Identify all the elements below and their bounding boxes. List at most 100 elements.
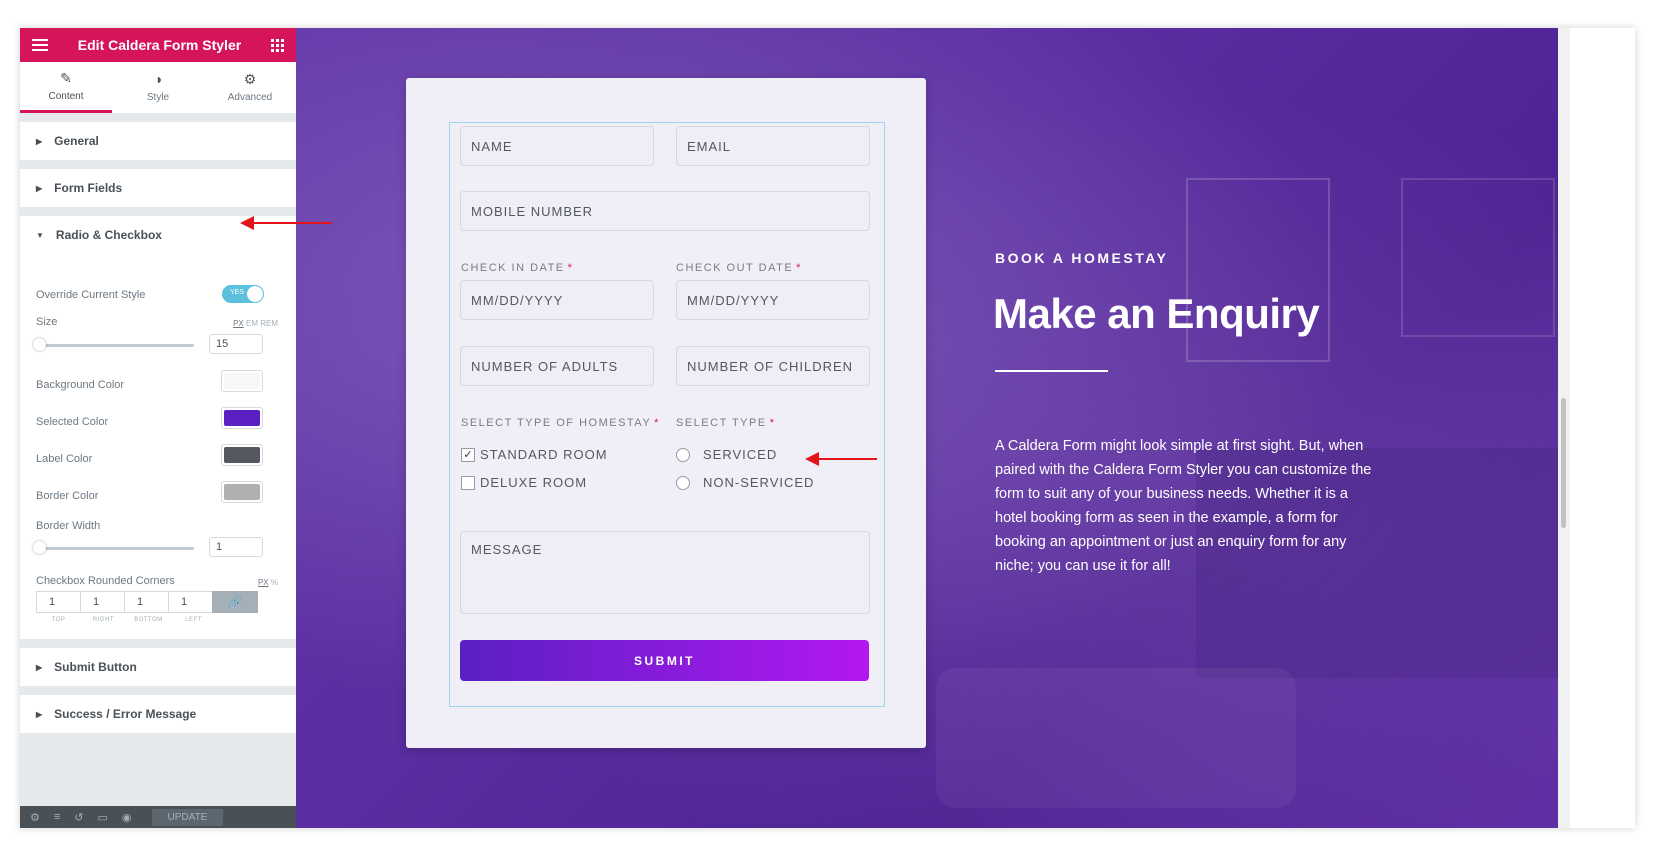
annotation-arrow <box>240 216 332 230</box>
children-field[interactable]: NUMBER OF CHILDREN <box>676 346 870 386</box>
hero-eyebrow: BOOK A HOMESTAY <box>995 250 1169 266</box>
non-serviced-label[interactable]: NON-SERVICED <box>703 475 814 490</box>
tab-content[interactable]: ✎ Content <box>20 62 112 113</box>
required-mark: * <box>769 417 776 429</box>
deluxe-room-label[interactable]: DELUXE ROOM <box>480 475 587 490</box>
page-preview: NAME EMAIL MOBILE NUMBER CHECK IN DATE * … <box>296 28 1558 828</box>
border-color-label: Border Color <box>36 490 99 502</box>
caret-right-icon: ▶ <box>36 709 43 719</box>
corner-bottom-input[interactable]: 1 <box>124 591 169 613</box>
selected-color-swatch[interactable] <box>221 407 263 429</box>
corners-label: Checkbox Rounded Corners <box>36 575 175 587</box>
dim-label-top: TOP <box>51 617 66 623</box>
corner-top-input[interactable]: 1 <box>36 591 81 613</box>
corners-dimension-labels: TOP RIGHT BOTTOM LEFT <box>36 617 216 623</box>
corners-units[interactable]: PX % <box>258 578 278 587</box>
panel-tabs: ✎ Content ◑ Style ⚙ Advanced <box>20 62 296 113</box>
override-label: Override Current Style <box>36 289 146 301</box>
tab-style-label: Style <box>146 92 170 103</box>
border-width-label: Border Width <box>36 520 101 532</box>
serviced-radio[interactable] <box>676 448 690 462</box>
unit-px[interactable]: PX <box>233 319 244 328</box>
annotation-arrow <box>805 452 877 466</box>
required-mark: * <box>567 262 574 274</box>
hero-headline: Make an Enquiry <box>993 290 1320 337</box>
tab-advanced[interactable]: ⚙ Advanced <box>204 62 296 113</box>
page-scrollbar[interactable] <box>1558 28 1570 828</box>
required-mark: * <box>796 262 802 274</box>
border-color-swatch[interactable] <box>221 481 263 503</box>
standard-room-checkbox[interactable]: ✓ <box>461 448 475 462</box>
select-type-label: SELECT TYPE * <box>676 417 775 429</box>
adults-field[interactable]: NUMBER OF ADULTS <box>460 346 654 386</box>
widgets-grid-icon[interactable] <box>270 38 284 52</box>
mobile-field[interactable]: MOBILE NUMBER <box>460 191 870 231</box>
border-width-slider[interactable] <box>33 541 194 554</box>
slider-handle[interactable] <box>33 338 46 351</box>
non-serviced-radio[interactable] <box>676 476 690 490</box>
enquiry-form-card: NAME EMAIL MOBILE NUMBER CHECK IN DATE * … <box>406 78 926 748</box>
dim-label-left: LEFT <box>185 617 202 623</box>
caret-right-icon: ▶ <box>36 662 43 672</box>
section-submit-button-label: Submit Button <box>54 660 137 674</box>
select-type-label-text: SELECT TYPE <box>676 417 767 429</box>
label-color-swatch[interactable] <box>221 444 263 466</box>
responsive-icon[interactable]: ▭ <box>98 811 108 824</box>
section-general[interactable]: ▶ General <box>20 121 296 160</box>
standard-room-label[interactable]: STANDARD ROOM <box>480 447 608 462</box>
override-toggle-text: YES <box>230 289 245 296</box>
hero-paragraph: A Caldera Form might look simple at firs… <box>995 438 1372 574</box>
menu-icon[interactable] <box>32 39 48 51</box>
size-units[interactable]: PX EM REM <box>233 319 278 328</box>
corners-dimensions: 1 1 1 1 🔗 <box>36 591 258 613</box>
required-mark: * <box>654 417 660 429</box>
section-general-label: General <box>54 134 99 148</box>
submit-button[interactable]: SUBMIT <box>460 640 869 681</box>
tab-advanced-label: Advanced <box>227 92 273 103</box>
selected-color-label: Selected Color <box>36 416 109 428</box>
unit-rem[interactable]: REM <box>260 319 278 328</box>
email-field[interactable]: EMAIL <box>676 126 870 166</box>
deluxe-room-checkbox[interactable] <box>461 476 475 490</box>
radio-checkbox-controls: Override Current Style YES Size PX EM RE… <box>20 254 296 639</box>
caret-right-icon: ▶ <box>36 183 43 193</box>
section-success-error-label: Success / Error Message <box>54 707 197 721</box>
section-submit-button[interactable]: ▶ Submit Button <box>20 647 296 686</box>
section-radio-checkbox[interactable]: ▼ Radio & Checkbox <box>20 215 296 254</box>
override-toggle[interactable]: YES <box>222 285 264 303</box>
size-input[interactable]: 15 <box>209 334 263 354</box>
corner-right-input[interactable]: 1 <box>80 591 125 613</box>
panel-title: Edit Caldera Form Styler <box>77 37 242 53</box>
checkout-label: CHECK OUT DATE * <box>676 262 802 274</box>
settings-icon[interactable]: ⚙ <box>30 811 40 824</box>
corner-left-input[interactable]: 1 <box>168 591 213 613</box>
border-width-input[interactable]: 1 <box>209 537 263 557</box>
tab-style[interactable]: ◑ Style <box>112 62 204 113</box>
gear-icon: ⚙ <box>243 71 257 87</box>
navigator-icon[interactable]: ≡ <box>54 811 60 823</box>
background-color-swatch[interactable] <box>221 370 263 392</box>
section-form-fields[interactable]: ▶ Form Fields <box>20 168 296 207</box>
unit-em[interactable]: EM <box>246 319 258 328</box>
preview-eye-icon[interactable]: ◉ <box>122 811 132 824</box>
update-button[interactable]: UPDATE <box>151 808 224 826</box>
panel-header: Edit Caldera Form Styler <box>20 28 296 62</box>
editor-window: Edit Caldera Form Styler ✎ Content ◑ Sty… <box>20 28 1635 828</box>
message-field[interactable]: MESSAGE <box>460 531 870 614</box>
section-success-error[interactable]: ▶ Success / Error Message <box>20 694 296 733</box>
label-color-label: Label Color <box>36 453 93 465</box>
link-values-icon[interactable]: 🔗 <box>212 591 258 613</box>
checkout-date-field[interactable]: MM/DD/YYYY <box>676 280 870 320</box>
contrast-icon: ◑ <box>153 71 163 87</box>
history-icon[interactable]: ↺ <box>74 811 83 824</box>
unit-percent[interactable]: % <box>271 578 278 587</box>
slider-handle[interactable] <box>33 541 46 554</box>
size-slider[interactable] <box>33 338 194 351</box>
section-form-fields-label: Form Fields <box>54 181 123 195</box>
dim-label-right: RIGHT <box>92 617 115 623</box>
name-field[interactable]: NAME <box>460 126 654 166</box>
serviced-label[interactable]: SERVICED <box>703 447 777 462</box>
unit-px[interactable]: PX <box>258 578 269 587</box>
tab-content-label: Content <box>48 90 84 102</box>
checkin-date-field[interactable]: MM/DD/YYYY <box>460 280 654 320</box>
